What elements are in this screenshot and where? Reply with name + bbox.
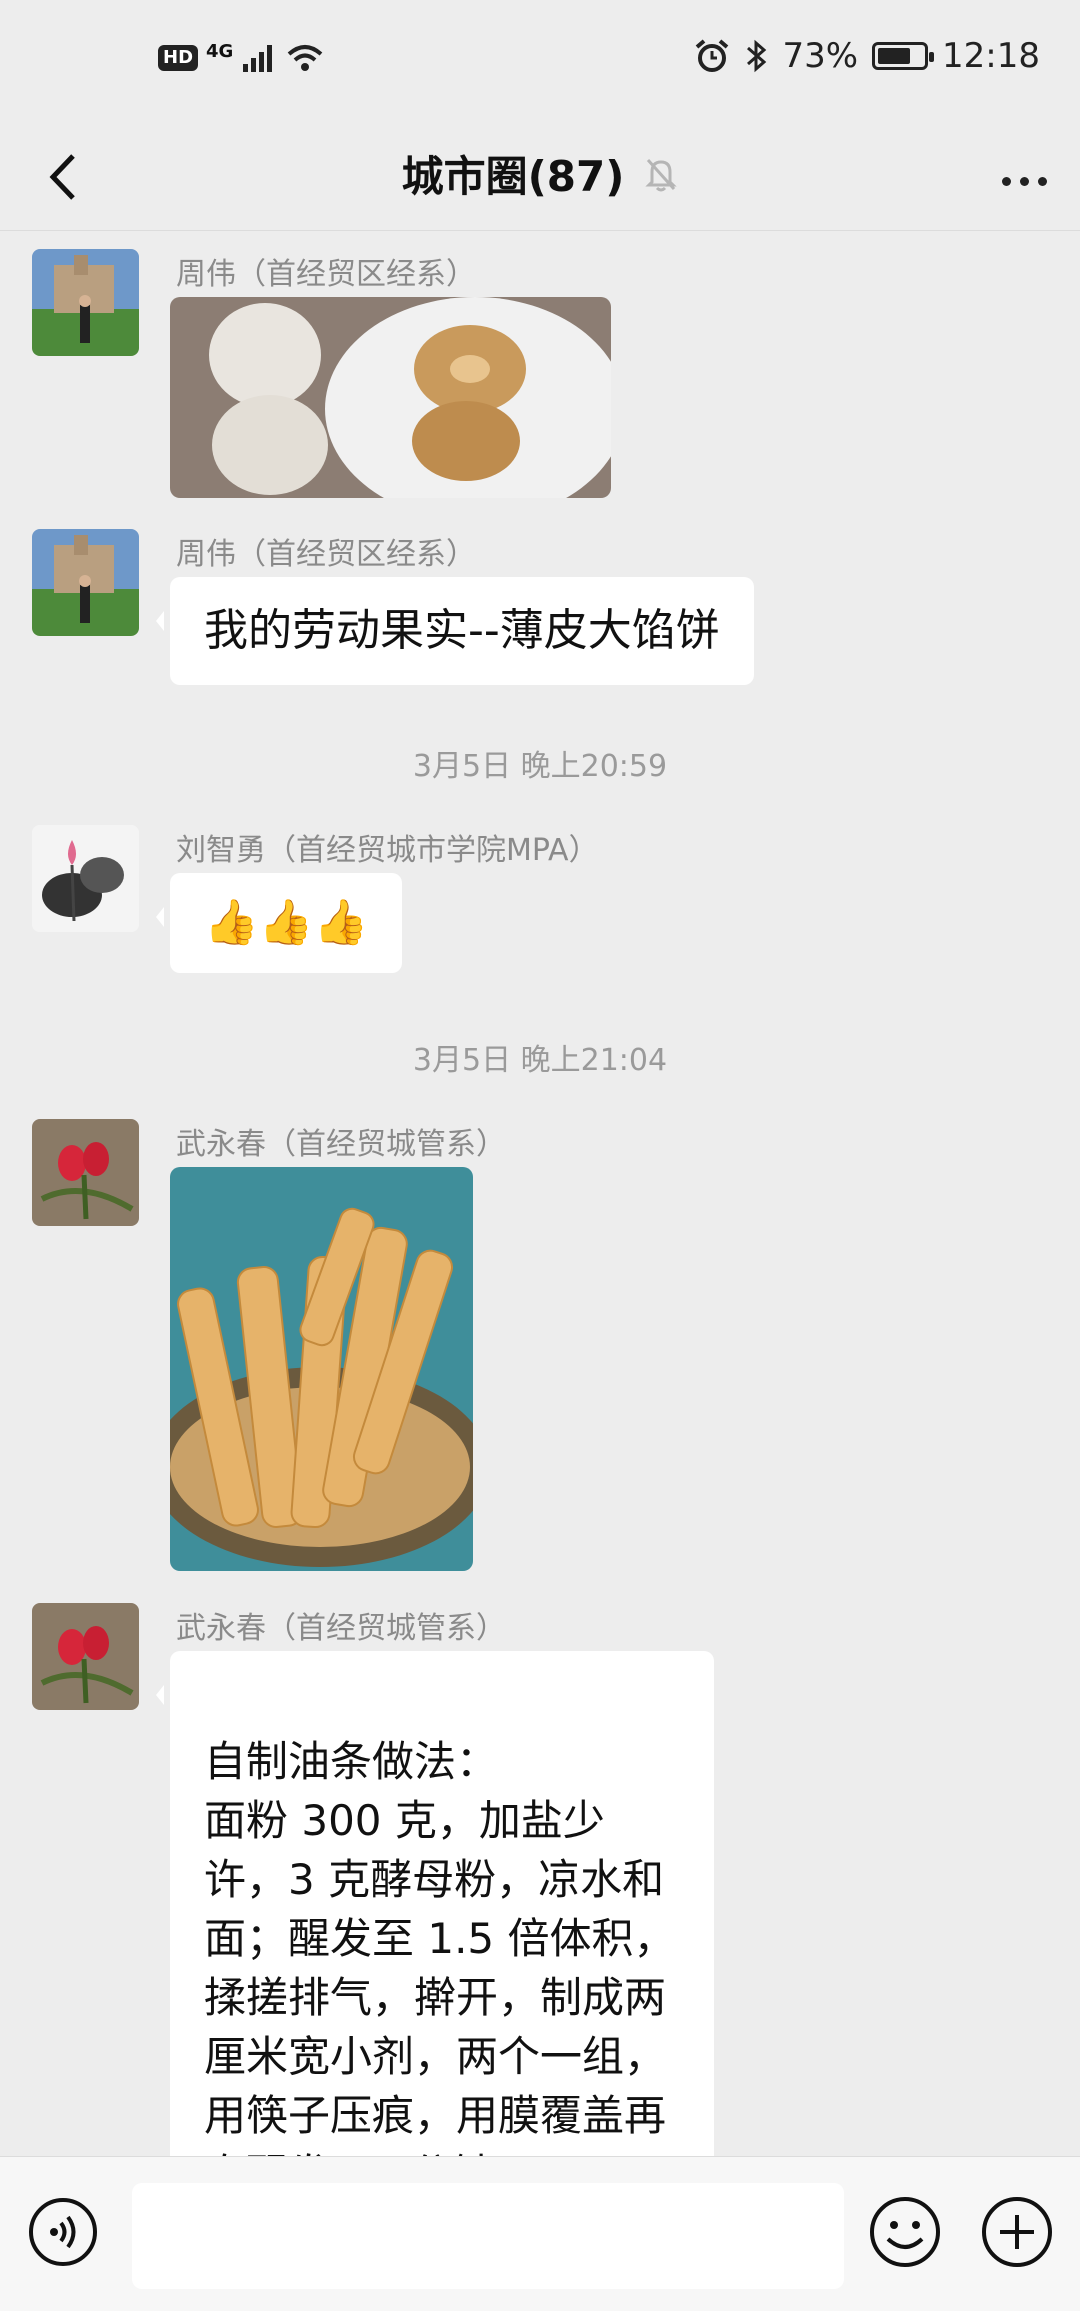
more-dot: [1037, 176, 1047, 186]
status-bar: HD 4G 73% 12:18: [0, 0, 1080, 125]
more-dots-icon: [1001, 176, 1011, 186]
avatar-flower-image: [32, 1603, 139, 1710]
battery-level: [878, 48, 911, 64]
sender-name: 武永春（首经贸城管系）: [176, 1611, 506, 1646]
message-text: 我的劳动果实--薄皮大馅饼: [204, 605, 720, 656]
buns-and-pancake-photo: [170, 297, 611, 498]
hd-badge: HD: [158, 45, 199, 71]
image-message[interactable]: [170, 297, 611, 498]
chat-header: 城市圈(87): [0, 125, 1080, 231]
message-text: 自制油条做法： 面粉 300 克，加盐少许，3 克酵母粉，凉水和面；醒发至 1.…: [204, 1737, 676, 2156]
avatar-building-image: [32, 529, 139, 636]
avatar[interactable]: [32, 1119, 139, 1226]
bell-off-icon: [645, 158, 678, 191]
alarm-icon: [696, 39, 729, 72]
battery-icon: [872, 42, 935, 70]
input-bar: [0, 2156, 1080, 2311]
avatar[interactable]: [32, 529, 139, 636]
clock: 12:18: [942, 36, 1040, 76]
emoji-button[interactable]: [868, 2195, 942, 2269]
battery-percent: 73%: [782, 36, 859, 76]
sender-name: 周伟（首经贸区经系）: [176, 257, 476, 292]
message-input[interactable]: [132, 2183, 844, 2289]
fried-dough-sticks-photo: [170, 1167, 473, 1571]
image-message[interactable]: [170, 1167, 473, 1571]
thumbs-up-emoji: 👍👍👍: [204, 897, 369, 948]
status-right: 73% 12:18: [694, 36, 1040, 76]
sender-name: 刘智勇（首经贸城市学院MPA）: [176, 833, 599, 868]
avatar-building-image: [32, 249, 139, 356]
emoji-message-bubble[interactable]: 👍👍👍: [155, 873, 403, 973]
avatar-lotus-image: [32, 825, 139, 932]
emoji-icon: [870, 2197, 940, 2267]
avatar[interactable]: [32, 1603, 139, 1710]
message-list[interactable]: 周伟（首经贸区经系） 周伟（首经贸区经系） 我的劳动果实--薄皮大馅饼 3月5日…: [0, 231, 1080, 2156]
timestamp: 3月5日 晚上20:59: [412, 749, 668, 784]
bluetooth-icon: [747, 39, 767, 73]
signal-icon: [243, 45, 273, 72]
avatar[interactable]: [32, 249, 139, 356]
text-message-bubble[interactable]: 我的劳动果实--薄皮大馅饼: [156, 577, 754, 685]
voice-button[interactable]: [28, 2197, 98, 2267]
avatar[interactable]: [32, 825, 139, 932]
plus-icon: [982, 2197, 1052, 2267]
wifi-icon: [288, 45, 323, 71]
text-message-bubble[interactable]: 自制油条做法： 面粉 300 克，加盐少许，3 克酵母粉，凉水和面；醒发至 1.…: [156, 1651, 714, 2156]
voice-icon: [29, 2198, 97, 2266]
network-type: 4G: [206, 40, 234, 62]
sender-name: 武永春（首经贸城管系）: [176, 1127, 506, 1162]
more-dot: [1019, 176, 1029, 186]
chat-title: 城市圈(87): [401, 152, 625, 201]
status-left: HD 4G: [158, 40, 325, 74]
more-functions-button[interactable]: [980, 2195, 1054, 2269]
chat-title-area: 城市圈(87): [0, 143, 1080, 204]
more-button[interactable]: [994, 151, 1054, 211]
avatar-flower-image: [32, 1119, 139, 1226]
sender-name: 周伟（首经贸区经系）: [176, 537, 476, 572]
timestamp: 3月5日 晚上21:04: [412, 1043, 668, 1078]
